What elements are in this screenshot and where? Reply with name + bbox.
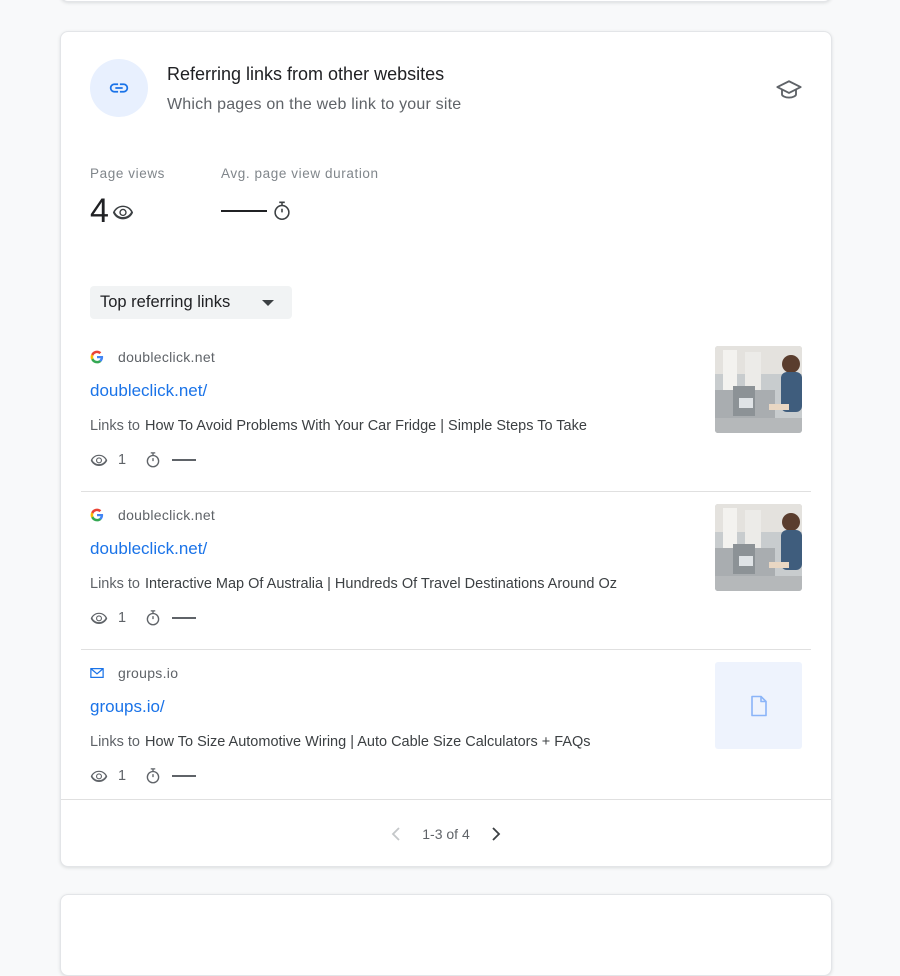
avg-duration-empty-value	[221, 210, 267, 212]
chevron-left-icon[interactable]	[384, 822, 408, 846]
google-g-icon	[90, 350, 104, 364]
referrer-domain: doubleclick.net	[90, 507, 215, 523]
list-item: doubleclick.net doubleclick.net/ Links t…	[81, 492, 811, 650]
avg-duration-metric	[221, 200, 293, 222]
item-stats: 1	[90, 451, 197, 469]
eye-icon	[90, 767, 108, 785]
links-to-row: Links to How To Size Automotive Wiring | …	[90, 734, 591, 750]
referrer-domain: doubleclick.net	[90, 349, 215, 365]
eye-icon	[112, 201, 134, 223]
duration-empty-value	[172, 617, 197, 619]
links-to-label: Links to	[90, 734, 140, 750]
timer-icon	[144, 609, 162, 627]
view-count: 1	[118, 610, 127, 626]
document-icon	[749, 695, 769, 717]
school-icon[interactable]	[775, 76, 803, 109]
referrer-url-link[interactable]: groups.io/	[90, 697, 165, 717]
page-thumbnail[interactable]	[715, 346, 802, 433]
target-page-title: How To Size Automotive Wiring | Auto Cab…	[144, 734, 591, 750]
caret-down-icon	[262, 300, 274, 306]
pagination-divider	[61, 799, 831, 800]
timer-icon	[144, 451, 162, 469]
pagination-label: 1-3 of 4	[422, 826, 470, 842]
page-thumbnail[interactable]	[715, 504, 802, 591]
referrer-url-link[interactable]: doubleclick.net/	[90, 381, 207, 401]
item-stats: 1	[90, 767, 197, 785]
list-item: groups.io groups.io/ Links to How To Size…	[81, 650, 811, 807]
next-card	[60, 894, 832, 976]
page-views-metric: 4	[90, 192, 134, 231]
domain-label: doubleclick.net	[118, 349, 216, 365]
page-thumbnail-placeholder[interactable]	[715, 662, 802, 749]
pagination: 1-3 of 4	[61, 822, 831, 846]
view-count: 1	[118, 768, 127, 784]
previous-card	[60, 0, 832, 2]
domain-label: doubleclick.net	[118, 507, 216, 523]
referrer-url-link[interactable]: doubleclick.net/	[90, 539, 207, 559]
links-to-label: Links to	[90, 418, 140, 434]
chevron-right-icon[interactable]	[484, 822, 508, 846]
links-to-row: Links to Interactive Map Of Australia | H…	[90, 576, 617, 592]
referring-links-card: Referring links from other websites Whic…	[60, 31, 832, 867]
referrer-domain: groups.io	[90, 665, 178, 681]
mail-icon	[90, 666, 104, 680]
card-subtitle: Which pages on the web link to your site	[167, 96, 462, 113]
target-page-title: Interactive Map Of Australia | Hundreds …	[144, 576, 617, 592]
eye-icon	[90, 609, 108, 627]
page-views-label: Page views	[90, 166, 166, 181]
links-to-label: Links to	[90, 576, 140, 592]
timer-icon	[144, 767, 162, 785]
card-title: Referring links from other websites	[167, 64, 445, 84]
google-g-icon	[90, 508, 104, 522]
list-item: doubleclick.net doubleclick.net/ Links t…	[81, 334, 811, 492]
links-to-row: Links to How To Avoid Problems With Your …	[90, 418, 587, 434]
duration-empty-value	[172, 459, 197, 461]
timer-icon	[271, 200, 293, 222]
dropdown-label: Top referring links	[100, 293, 231, 311]
duration-empty-value	[172, 775, 197, 777]
view-count: 1	[118, 452, 127, 468]
domain-label: groups.io	[118, 665, 179, 681]
page-views-value: 4	[90, 192, 109, 230]
item-stats: 1	[90, 609, 197, 627]
avg-duration-label: Avg. page view duration	[221, 166, 379, 181]
target-page-title: How To Avoid Problems With Your Car Frid…	[144, 418, 587, 434]
eye-icon	[90, 451, 108, 469]
top-referring-links-dropdown[interactable]: Top referring links	[90, 286, 292, 319]
link-icon	[90, 59, 148, 117]
